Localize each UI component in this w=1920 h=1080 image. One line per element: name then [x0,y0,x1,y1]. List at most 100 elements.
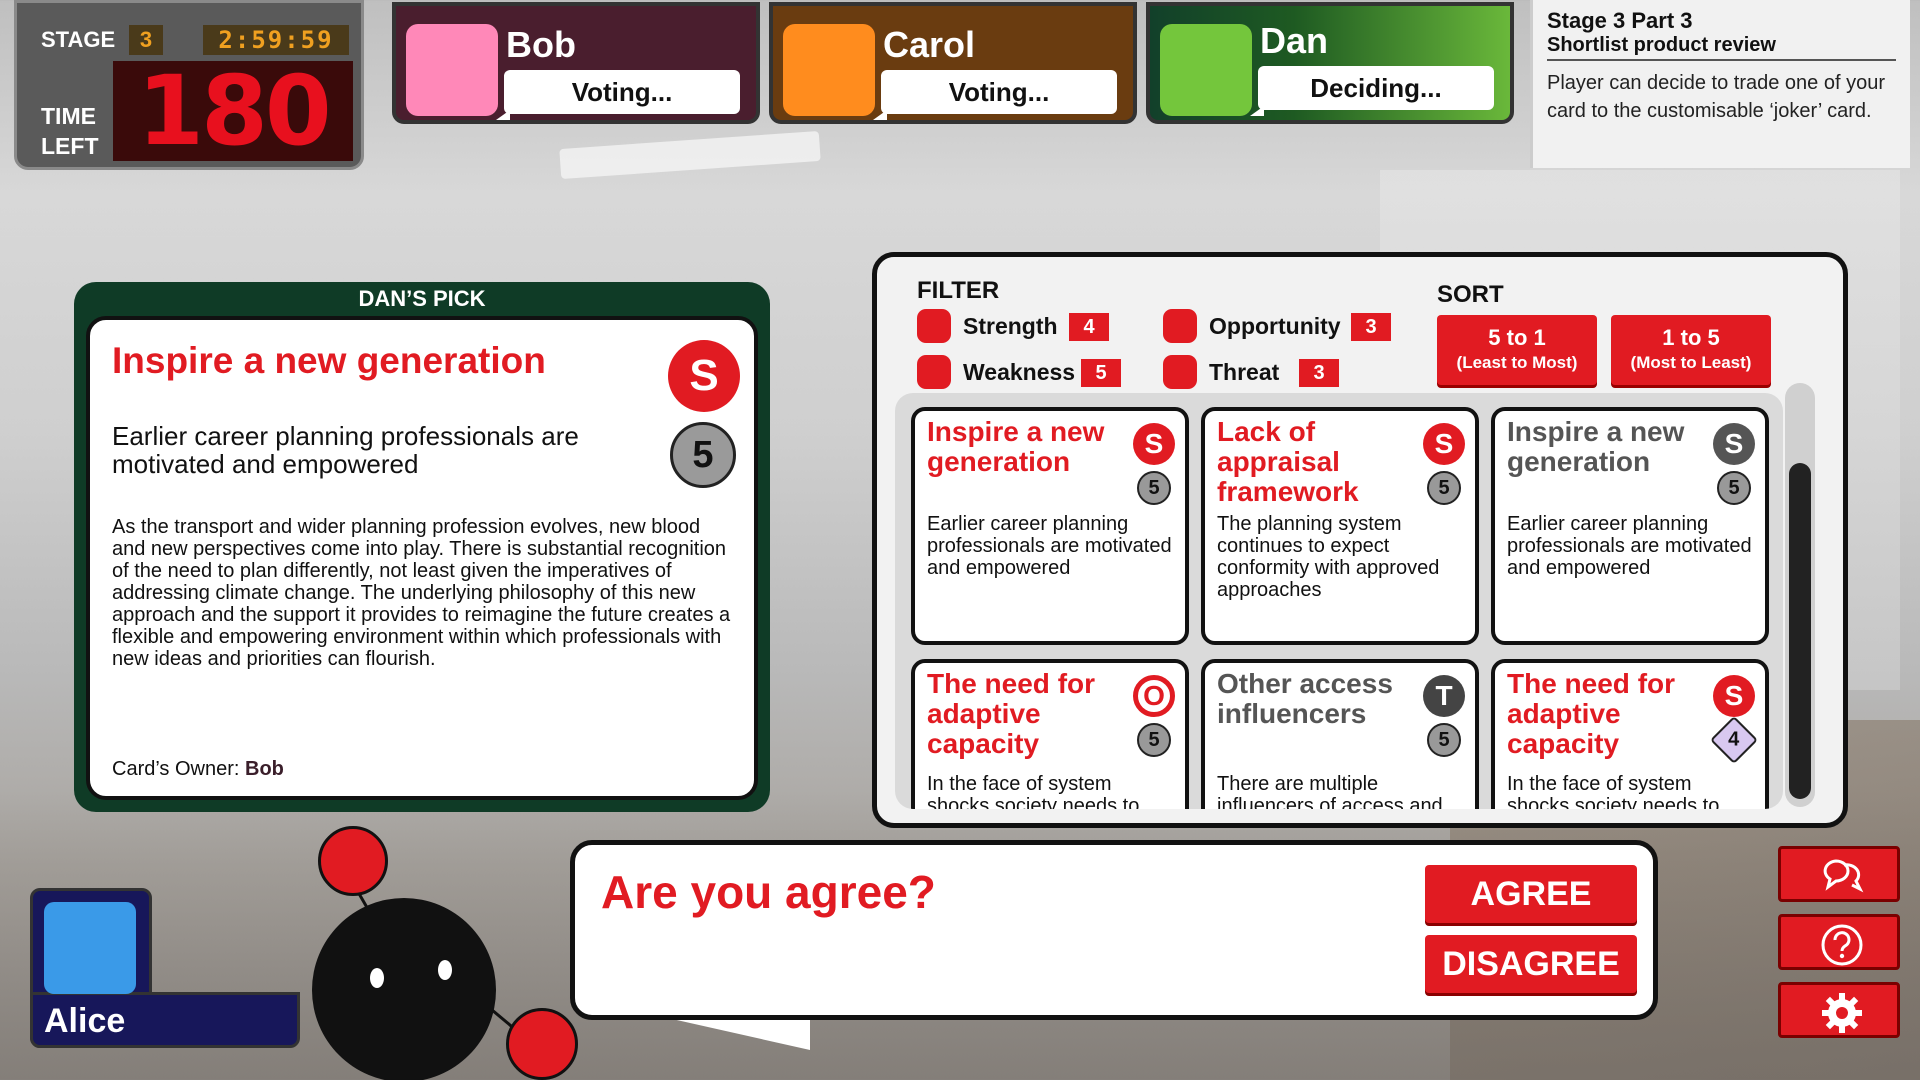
time-left-value: 180 [113,61,353,161]
card-item[interactable]: The need for adaptive capacity O 5 In th… [911,659,1189,809]
strength-badge-icon: S [1713,423,1755,465]
stage-label: STAGE [41,27,116,52]
player-color-swatch [406,24,498,116]
card-grid-scrollbar[interactable] [1785,383,1815,807]
settings-button[interactable] [1778,982,1900,1038]
card-browser-panel: FILTER Strength 4 Weakness 5 Opportunity… [872,252,1848,828]
card-score: 5 [1137,471,1171,505]
local-player-panel: Alice [30,888,300,1048]
agree-button[interactable]: AGREE [1425,865,1637,923]
card-score: 5 [1427,723,1461,757]
countdown-clock: 2:59:59 [203,25,349,55]
filter-label-threat: Threat [1209,359,1280,385]
filter-checkbox-opportunity[interactable] [1163,309,1197,343]
sort-button-line1: 5 to 1 [1488,325,1546,350]
picked-card: Inspire a new generation S Earlier caree… [86,316,758,800]
gear-icon [1822,993,1862,1033]
chat-icon [1823,859,1864,893]
card-description: Earlier career planning professionals ar… [1507,513,1752,579]
time-left-label: TIME LEFT [41,101,99,161]
card-grid: Inspire a new generation S 5 Earlier car… [895,393,1783,809]
threat-badge-icon: T [1423,675,1465,717]
picked-card-panel: DAN’S PICK Inspire a new generation S Ea… [74,282,770,812]
player-color-swatch [783,24,875,116]
owner-name: Bob [245,758,284,780]
filter-count-weakness: 5 [1081,359,1121,387]
player-panel-bob: Bob Voting... [392,2,760,124]
stage-info-panel: Stage 3 Part 3 Shortlist product review … [1530,0,1910,168]
sort-label: SORT [1437,281,1504,308]
card-description: There are multiple influencers of access… [1217,773,1443,809]
chat-button[interactable] [1778,846,1900,902]
player-name: Dan [1260,20,1329,61]
player-panel-carol: Carol Voting... [769,2,1137,124]
card-title: Inspire a new generation [927,416,1105,477]
picked-card-heading: DAN’S PICK [358,286,486,311]
local-player-name: Alice [44,1002,126,1040]
sort-button-line1: 1 to 5 [1662,325,1720,350]
card-description: The planning system continues to expect … [1217,513,1440,601]
picked-card-description: As the transport and wider planning prof… [112,516,731,670]
owner-label: Card’s Owner: [112,758,240,780]
stage-number: 3 [129,25,163,55]
card-item[interactable]: Lack of appraisal framework S 5 The plan… [1201,407,1479,645]
card-score: 5 [1717,471,1751,505]
filter-label-weakness: Weakness [963,359,1076,385]
background-light [559,130,821,180]
picked-card-score: 5 [670,422,736,488]
filter-count-strength: 4 [1069,313,1109,341]
card-description: Earlier career planning professionals ar… [927,513,1172,579]
scrollbar-thumb[interactable] [1789,463,1811,799]
card-score-diamond: 4 [1709,715,1759,765]
help-button[interactable] [1778,914,1900,970]
card-item[interactable]: Inspire a new generation S 5 Earlier car… [1491,407,1769,645]
stage-info-subtitle: Shortlist product review [1547,34,1896,61]
card-item[interactable]: Other access influencers T 5 There are m… [1201,659,1479,809]
strength-badge-icon: S [668,340,740,412]
opportunity-badge-icon: O [1133,675,1175,717]
card-title: Lack of appraisal framework [1217,416,1359,507]
sort-descending-button[interactable]: 5 to 1 (Least to Most) [1437,315,1597,385]
filter-label: FILTER [917,277,1000,304]
question-speech-bubble: Are you agree? AGREE DISAGREE [570,840,1658,1020]
strength-badge-icon: S [1423,423,1465,465]
player-status: Voting... [496,70,740,120]
player-status: Voting... [873,70,1117,120]
card-item[interactable]: The need for adaptive capacity S 4 In th… [1491,659,1769,809]
picked-card-subtitle: Earlier career planning professionals ar… [112,421,579,479]
filter-count-opportunity: 3 [1351,313,1391,341]
player-name: Bob [506,24,576,65]
help-icon [1821,924,1863,966]
sort-ascending-button[interactable]: 1 to 5 (Most to Least) [1611,315,1771,385]
sort-button-line2: (Least to Most) [1456,353,1578,372]
card-title: Other access influencers [1217,668,1393,729]
card-score: 5 [1137,723,1171,757]
mascot-eye [370,968,384,988]
card-score: 5 [1427,471,1461,505]
local-player-color-swatch [44,902,136,994]
filter-checkbox-threat[interactable] [1163,355,1197,389]
mascot-eye [438,960,452,980]
filter-checkbox-strength[interactable] [917,309,951,343]
picked-card-title: Inspire a new generation [112,340,546,381]
question-text: Are you agree? [601,866,936,918]
disagree-button[interactable]: DISAGREE [1425,935,1637,993]
mascot-body [312,898,496,1080]
stage-timer-panel: STAGE 3 2:59:59 TIME LEFT 180 [14,0,364,170]
mascot-ball [318,826,388,896]
player-panel-dan: Dan Deciding... [1146,2,1514,124]
time-left-label-line1: TIME [41,103,96,129]
stage-info-title: Stage 3 Part 3 [1547,8,1693,33]
player-name: Carol [883,24,976,65]
picked-card-owner: Card’s Owner: Bob [112,758,284,781]
card-score: 4 [1728,729,1740,751]
time-left-label-line2: LEFT [41,133,99,159]
player-color-swatch [1160,24,1252,116]
card-title: The need for adaptive capacity [1507,668,1676,759]
card-description: In the face of system shocks society nee… [1507,773,1720,809]
card-title: Inspire a new generation [1507,416,1685,477]
strength-badge-icon: S [1133,423,1175,465]
card-item[interactable]: Inspire a new generation S 5 Earlier car… [911,407,1189,645]
filter-checkbox-weakness[interactable] [917,355,951,389]
card-title: The need for adaptive capacity [927,668,1096,759]
